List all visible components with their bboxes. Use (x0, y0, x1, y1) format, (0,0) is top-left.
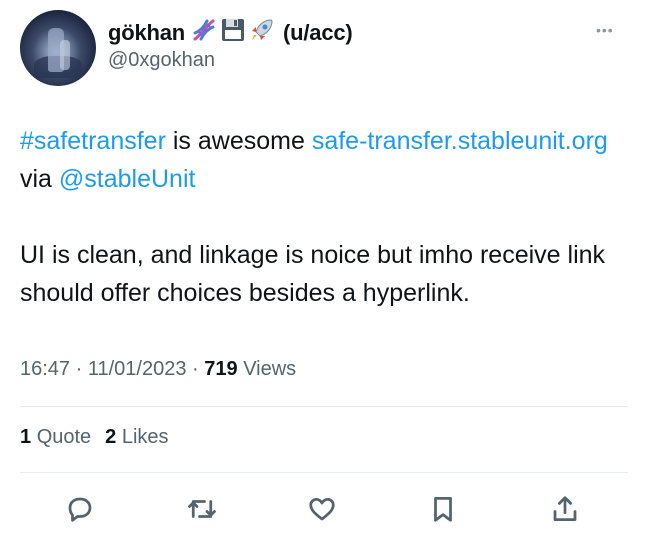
likes-stat[interactable]: 2 Likes (105, 426, 168, 448)
likes-count: 2 (105, 426, 117, 448)
engagement-stats: 1 Quote 2 Likes (20, 426, 169, 449)
meta-separator: · (70, 358, 88, 380)
like-icon (309, 498, 335, 521)
quotes-stat[interactable]: 1 Quote (20, 426, 91, 448)
rocket-icon (249, 17, 275, 49)
divider (20, 472, 628, 473)
url-link[interactable]: safe-transfer.stableunit.org (312, 127, 608, 155)
share-button[interactable] (548, 492, 582, 526)
tweet-paragraph: #safetransfer is awesome safe-transfer.s… (20, 122, 632, 198)
quotes-label: Quote (36, 426, 92, 448)
floppy-disk-icon (220, 17, 246, 49)
tweet-date[interactable]: 11/01/2023 (88, 358, 187, 380)
tweet-paragraph: UI is clean, and linkage is noice but im… (20, 241, 606, 307)
divider (20, 406, 628, 407)
tweet-meta: 16:47 · 11/01/2023 · 719 Views (20, 358, 296, 381)
reply-button[interactable] (63, 492, 97, 526)
like-button[interactable] (305, 492, 339, 526)
author-display-name[interactable]: gökhan (u/acc) (108, 17, 353, 49)
tweet-text-segment: via (20, 165, 59, 193)
bookmark-icon (434, 497, 452, 522)
author-name-suffix: (u/acc) (283, 20, 353, 45)
quotes-count: 1 (20, 426, 32, 448)
mention-link[interactable]: @stableUnit (59, 165, 196, 193)
views-label: Views (243, 358, 297, 380)
bookmark-button[interactable] (426, 492, 460, 526)
share-icon (553, 496, 577, 521)
likes-label: Likes (121, 426, 169, 448)
tweet-text: #safetransfer is awesome safe-transfer.s… (20, 122, 632, 312)
avatar[interactable] (20, 10, 96, 86)
views-count: 719 (204, 358, 238, 380)
tweet-time[interactable]: 16:47 (20, 358, 70, 380)
author-name-text: gökhan (108, 20, 186, 45)
reply-icon (68, 497, 92, 522)
author-handle[interactable]: @0xgokhan (108, 49, 215, 72)
hashtag-link[interactable]: #safetransfer (20, 127, 166, 155)
tweet-text-segment: is awesome (165, 127, 312, 155)
more-options-icon[interactable]: ••• (596, 22, 614, 38)
meta-separator: · (186, 358, 205, 380)
avatar-shape (60, 40, 70, 70)
dna-icon (191, 17, 217, 49)
retweet-icon (188, 500, 216, 518)
retweet-button[interactable] (185, 492, 219, 526)
